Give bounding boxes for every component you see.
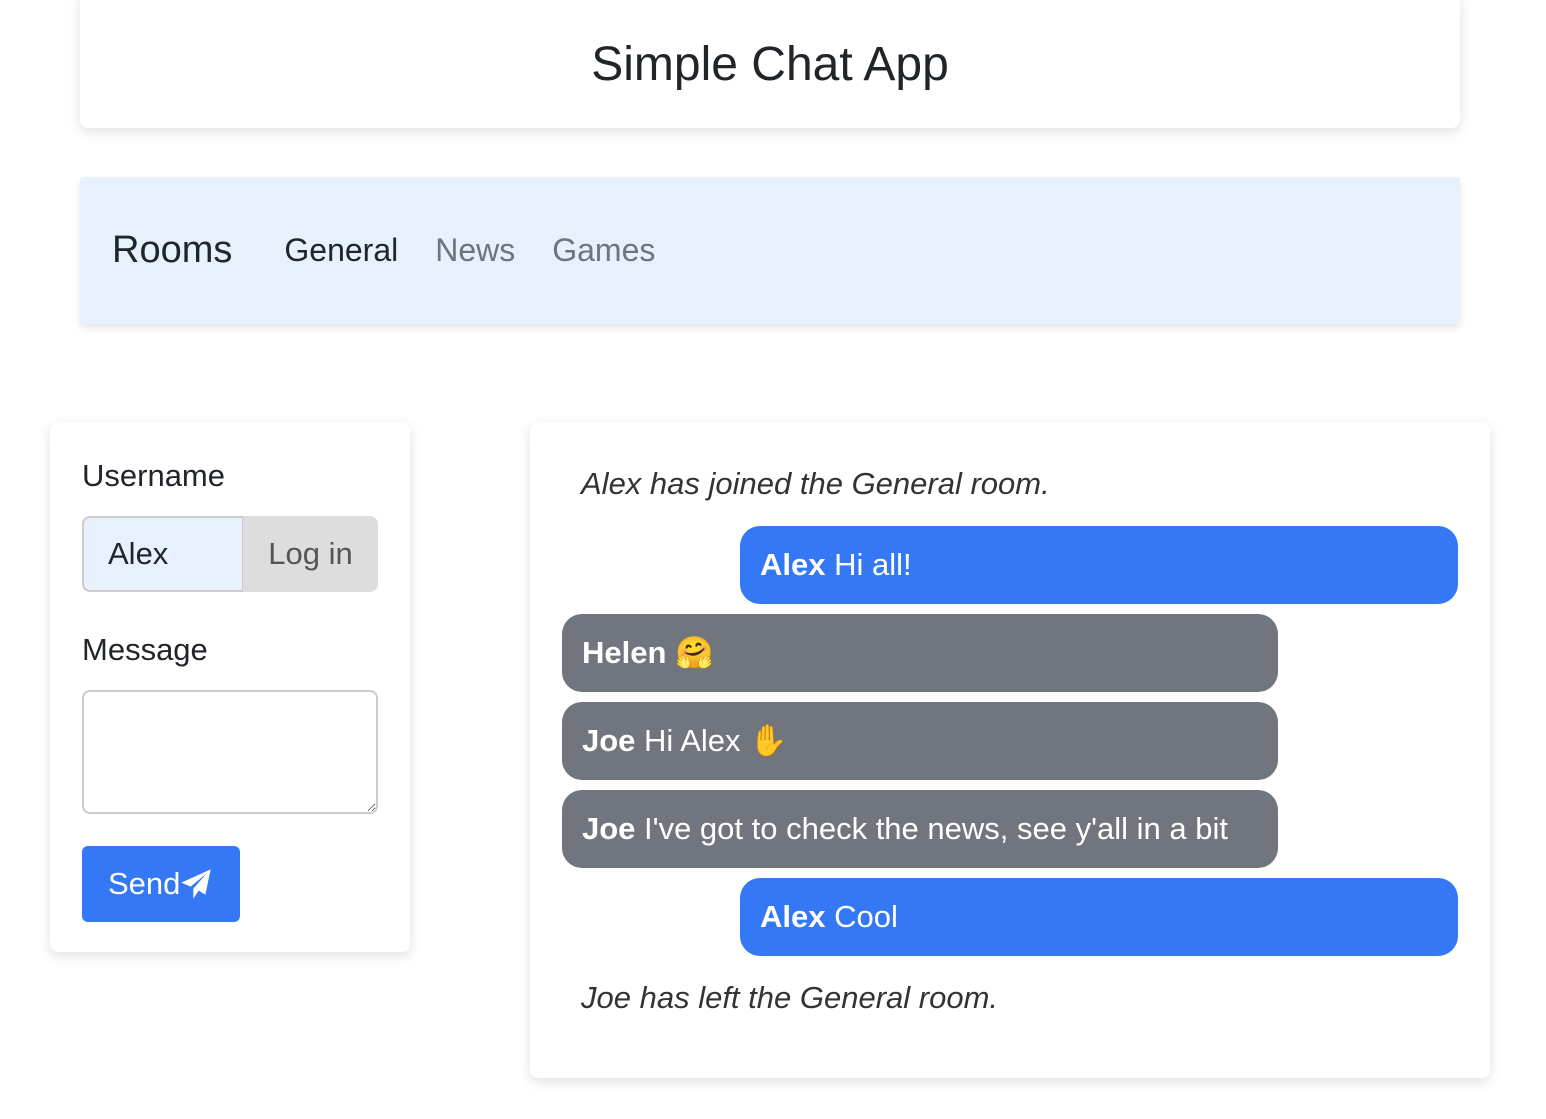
rooms-brand[interactable]: Rooms <box>112 229 232 272</box>
send-label: Send <box>108 866 181 901</box>
header-card: Simple Chat App <box>80 0 1460 128</box>
chat-message: Alex Cool <box>740 878 1458 956</box>
chat-message: Alex Hi all! <box>740 526 1458 604</box>
message-text: 🤗 <box>675 635 714 670</box>
system-message-left: Joe has left the General room. <box>581 980 999 1015</box>
message-author: Helen <box>582 635 667 670</box>
room-tab-news[interactable]: News <box>435 232 515 269</box>
chat-panel: Alex has joined the General room. Alex H… <box>530 422 1490 1078</box>
room-tab-general[interactable]: General <box>284 232 398 269</box>
system-message-joined: Alex has joined the General room. <box>581 466 1050 501</box>
paper-plane-icon <box>181 869 212 899</box>
chat-message: Joe Hi Alex ✋ <box>562 702 1278 780</box>
message-author: Alex <box>760 547 826 582</box>
message-author: Joe <box>582 723 636 758</box>
page-title: Simple Chat App <box>591 37 949 91</box>
message-text: I've got to check the news, see y'all in… <box>644 811 1228 846</box>
username-input[interactable]: Alex <box>82 516 243 592</box>
message-text: Hi Alex ✋ <box>644 723 788 758</box>
message-input[interactable] <box>82 690 378 814</box>
chat-message: Helen 🤗 <box>562 614 1278 692</box>
login-button[interactable]: Log in <box>243 516 378 592</box>
rooms-navbar: Rooms General News Games <box>80 177 1460 324</box>
message-author: Alex <box>760 899 826 934</box>
message-label: Message <box>82 632 208 667</box>
room-tab-games[interactable]: Games <box>552 232 655 269</box>
message-text: Cool <box>834 899 898 934</box>
username-label: Username <box>82 458 225 493</box>
message-author: Joe <box>582 811 636 846</box>
login-form-card: Username Alex Log in Message Send <box>50 422 410 952</box>
message-text: Hi all! <box>834 547 912 582</box>
username-group: Alex Log in <box>82 516 378 592</box>
send-button[interactable]: Send <box>82 846 240 922</box>
chat-message: Joe I've got to check the news, see y'al… <box>562 790 1278 868</box>
